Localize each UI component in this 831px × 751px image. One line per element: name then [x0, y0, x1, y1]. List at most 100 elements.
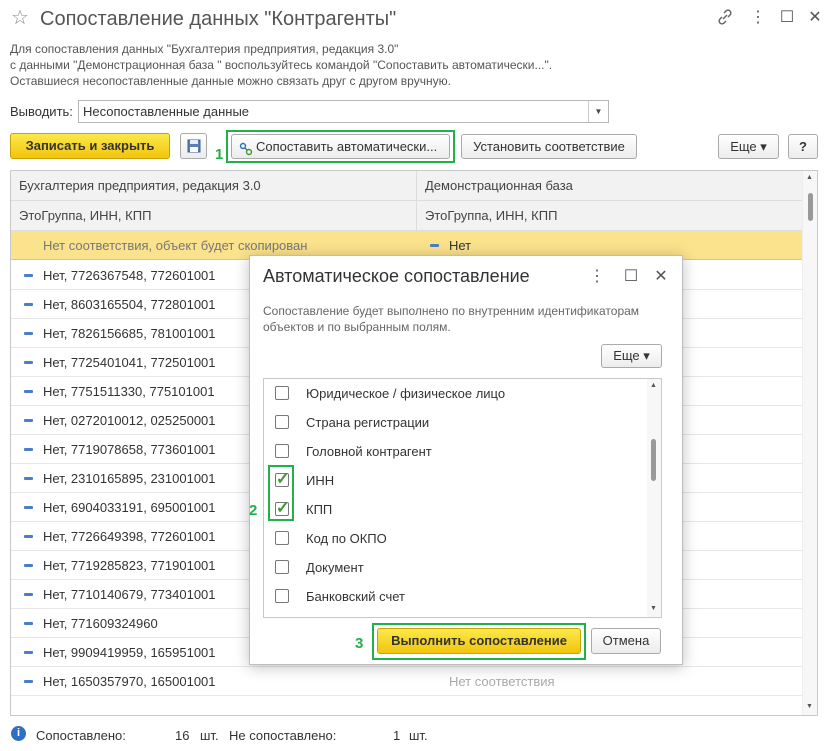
dash-icon [24, 390, 33, 393]
checkbox[interactable] [275, 531, 289, 545]
fields-list: Юридическое / физическое лицо Страна рег… [263, 378, 662, 618]
auto-match-dialog: Автоматическое сопоставление ⋮ ☐ ✕ Сопос… [249, 255, 683, 665]
list-item[interactable]: Документ [264, 553, 649, 582]
dash-icon [24, 419, 33, 422]
list-scrollbar[interactable]: ▲ ▼ [647, 379, 661, 617]
dialog-maximize-icon[interactable]: ☐ [622, 268, 640, 286]
save-close-button[interactable]: Записать и закрыть [10, 133, 170, 159]
dash-icon [24, 448, 33, 451]
auto-match-label: Сопоставить автоматически... [256, 139, 438, 154]
table-row[interactable]: Нет, 1650357970, 165001001 Нет соответств… [11, 667, 804, 696]
output-label: Выводить: [10, 104, 73, 119]
dialog-desc-line-2: объектов и по выбранным полям. [263, 320, 451, 334]
subheader-target: ЭтоГруппа, ИНН, КПП [417, 201, 804, 231]
cell-source: Нет, 2310165895, 231001001 [43, 471, 216, 486]
dialog-menu-icon[interactable]: ⋮ [588, 268, 606, 286]
matched-label: Сопоставлено: [36, 728, 126, 743]
cell-source: Нет, 7719078658, 773601001 [43, 442, 216, 457]
dash-icon [24, 622, 33, 625]
set-match-button[interactable]: Установить соответствие [461, 134, 637, 159]
output-select[interactable]: Несопоставленные данные ▼ [78, 100, 609, 123]
dash-icon [24, 361, 33, 364]
annotation-2: 2 [249, 502, 258, 519]
floppy-icon [187, 139, 200, 153]
cell-source: Нет соответствия, объект будет скопирова… [43, 238, 308, 253]
list-item[interactable]: Банковский счет [264, 582, 649, 611]
help-button[interactable]: ? [788, 134, 818, 159]
intro-text: Для сопоставления данных "Бухгалтерия пр… [10, 41, 810, 89]
cell-source: Нет, 7719285823, 771901001 [43, 558, 216, 573]
dash-icon [430, 244, 439, 247]
auto-match-button[interactable]: Сопоставить автоматически... [231, 134, 450, 159]
checkbox[interactable] [275, 560, 289, 574]
menu-icon[interactable]: ⋮ [749, 9, 767, 27]
dialog-more-button[interactable]: Еще ▾ [601, 344, 662, 368]
dialog-desc-line-1: Сопоставление будет выполнено по внутрен… [263, 304, 640, 318]
matched-count: 16 [175, 728, 190, 743]
cell-target: Нет соответствия [449, 674, 555, 689]
checkbox[interactable] [275, 444, 289, 458]
more-button[interactable]: Еще ▾ [718, 134, 779, 159]
intro-line-3: Оставшиеся несопоставленные данные можно… [10, 74, 451, 88]
unmatched-unit: шт. [409, 728, 428, 743]
field-label: ИНН [306, 473, 335, 488]
scroll-up-icon[interactable]: ▲ [650, 382, 657, 389]
cancel-button[interactable]: Отмена [591, 628, 661, 654]
field-label: Код по ОКПО [306, 531, 387, 546]
dash-icon [24, 564, 33, 567]
table-scrollbar[interactable]: ▲ ▼ [802, 171, 817, 715]
cell-source: Нет, 0272010012, 025250001 [43, 413, 216, 428]
cell-target: Нет [449, 238, 472, 253]
info-icon: i [11, 726, 26, 741]
annotation-1: 1 [215, 146, 224, 163]
output-select-value: Несопоставленные данные [83, 104, 250, 119]
dash-icon [24, 332, 33, 335]
dialog-description: Сопоставление будет выполнено по внутрен… [263, 303, 639, 335]
checkbox[interactable] [275, 415, 289, 429]
field-label: Документ [306, 560, 364, 575]
subheader-source: ЭтоГруппа, ИНН, КПП [11, 201, 417, 231]
dash-icon [24, 274, 33, 277]
cell-source: Нет, 7751511330, 775101001 [43, 384, 215, 399]
cell-source: Нет, 7725401041, 772501001 [43, 355, 216, 370]
maximize-icon[interactable]: ☐ [778, 9, 796, 27]
column-header-target[interactable]: Демонстрационная база [417, 171, 804, 201]
list-item[interactable]: КПП [264, 495, 649, 524]
star-icon[interactable]: ☆ [11, 7, 29, 29]
dash-icon [24, 535, 33, 538]
cell-source: Нет, 7826156685, 781001001 [43, 326, 216, 341]
unmatched-label: Не сопоставлено: [229, 728, 337, 743]
cell-source: Нет, 6904033191, 695001001 [43, 500, 216, 515]
cell-source: Нет, 7726367548, 772601001 [43, 268, 216, 283]
link-icon[interactable] [716, 9, 734, 27]
field-label: КПП [306, 502, 333, 517]
dash-icon [24, 593, 33, 596]
intro-line-1: Для сопоставления данных "Бухгалтерия пр… [10, 42, 399, 56]
annotation-3: 3 [355, 635, 364, 652]
save-button[interactable] [180, 133, 207, 159]
list-item[interactable]: Юридическое / физическое лицо [264, 379, 649, 408]
run-match-button[interactable]: Выполнить сопоставление [377, 628, 581, 654]
checkbox[interactable] [275, 589, 289, 603]
scroll-thumb[interactable] [808, 193, 813, 221]
close-icon[interactable]: ✕ [806, 9, 824, 27]
checkbox[interactable] [275, 386, 289, 400]
column-header-source[interactable]: Бухгалтерия предприятия, редакция 3.0 [11, 171, 417, 201]
list-item[interactable]: Страна регистрации [264, 408, 649, 437]
scroll-down-icon[interactable]: ▼ [650, 605, 657, 612]
list-item[interactable]: Код по ОКПО [264, 524, 649, 553]
cell-source: Нет, 771609324960 [43, 616, 158, 631]
cell-source: Нет, 7710140679, 773401001 [43, 587, 216, 602]
scroll-thumb[interactable] [651, 439, 656, 481]
unmatched-count: 1 [393, 728, 401, 743]
dash-icon [24, 651, 33, 654]
title-bar: ☆ Сопоставление данных "Контрагенты" ⋮ ☐… [0, 0, 831, 38]
dialog-title: Автоматическое сопоставление [263, 266, 530, 286]
list-item[interactable]: ИНН [264, 466, 649, 495]
list-item[interactable]: Головной контрагент [264, 437, 649, 466]
dialog-close-icon[interactable]: ✕ [652, 268, 670, 286]
scroll-down-icon[interactable]: ▼ [806, 703, 813, 710]
chevron-down-icon[interactable]: ▼ [588, 101, 608, 122]
cell-source: Нет, 7726649398, 772601001 [43, 529, 216, 544]
scroll-up-icon[interactable]: ▲ [806, 174, 813, 181]
